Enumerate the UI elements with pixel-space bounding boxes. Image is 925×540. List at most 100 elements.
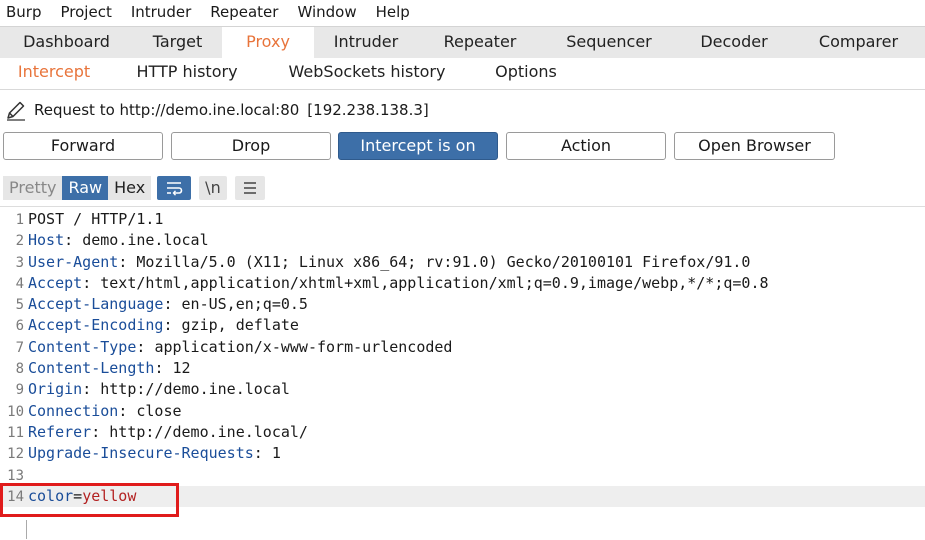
forward-button[interactable]: Forward [3,132,163,160]
header-name: Connection [28,401,119,420]
menu-intruder[interactable]: Intruder [131,3,191,21]
line-number: 12 [7,446,24,463]
line-number: 8 [15,361,24,378]
line-number: 4 [15,275,24,292]
tab-options[interactable]: Options [478,58,574,88]
editor-line[interactable]: 7 Content-Type: application/x-www-form-ur… [0,337,925,358]
header-separator: : [163,295,182,314]
header-separator: : [163,316,182,335]
header-separator: : [82,380,101,399]
line-number: 3 [15,254,24,271]
header-value: gzip, deflate [181,316,299,335]
header-name: Accept [28,273,83,292]
editor-line[interactable]: 10 Connection: close [0,401,925,422]
header-value: 12 [172,359,191,378]
header-name: Accept-Encoding [28,316,164,335]
editor-line[interactable]: 2 Host: demo.ine.local [0,230,925,251]
editor-line[interactable]: 12 Upgrade-Insecure-Requests: 1 [0,443,925,464]
header-separator: : [64,231,83,250]
header-separator: : [154,359,173,378]
request-ip: [192.238.138.3] [307,101,429,119]
header-separator: : [82,273,101,292]
line-number: 1 [15,212,24,228]
show-newlines-toggle[interactable]: \n [199,175,227,200]
tab-repeater[interactable]: Repeater [418,27,542,59]
line-text: POST / HTTP/1.1 [28,210,164,228]
editor-toolbar: Pretty Raw Hex \n [3,175,265,200]
editor-menu-button[interactable] [234,175,265,200]
menu-repeater[interactable]: Repeater [210,3,278,21]
editor-line[interactable]: 9 Origin: http://demo.ine.local [0,379,925,400]
header-name: Origin [28,380,83,399]
header-name: Accept-Language [28,295,164,314]
tab-comparer[interactable]: Comparer [792,27,925,59]
editor-line[interactable]: 8 Content-Length: 12 [0,358,925,379]
editor-line[interactable]: 4 Accept: text/html,application/xhtml+xml… [0,273,925,294]
pretty-tab[interactable]: Pretty [3,175,63,200]
tab-target[interactable]: Target [133,27,222,59]
editor-line[interactable]: 11 Referer: http://demo.ine.local/ [0,422,925,443]
header-value: demo.ine.local [82,231,209,250]
tab-proxy[interactable]: Proxy [222,27,314,59]
header-value: http://demo.ine.local [100,380,290,399]
menu-bar: Burp Project Intruder Repeater Window He… [0,0,925,24]
word-wrap-icon [167,181,183,196]
request-url: Request to http://demo.ine.local:80 [34,101,300,119]
word-wrap-toggle[interactable] [157,175,192,200]
tab-sequencer[interactable]: Sequencer [542,27,676,59]
line-number: 5 [15,297,24,314]
header-name: Host [28,231,65,250]
header-separator: : [136,337,155,356]
drop-button[interactable]: Drop [171,132,331,160]
open-browser-button[interactable]: Open Browser [674,132,835,160]
tab-websockets-history[interactable]: WebSockets history [268,58,466,88]
text-cursor [26,520,27,539]
editor-line[interactable]: 5 Accept-Language: en-US,en;q=0.5 [0,294,925,315]
editor-line[interactable]: 6 Accept-Encoding: gzip, deflate [0,315,925,336]
tab-http-history[interactable]: HTTP history [116,58,258,88]
line-number: 6 [15,318,24,335]
menu-burp[interactable]: Burp [6,3,42,21]
pencil-icon [7,101,25,121]
header-separator: : [118,401,137,420]
line-number: 10 [7,403,24,420]
header-value: http://demo.ine.local/ [109,422,308,441]
tab-intercept[interactable]: Intercept [0,58,108,88]
tab-decoder[interactable]: Decoder [676,27,792,59]
line-number: 7 [15,339,24,356]
action-button[interactable]: Action [506,132,666,160]
hex-tab[interactable]: Hex [108,175,152,200]
editor-line[interactable]: 3 User-Agent: Mozilla/5.0 (X11; Linux x86… [0,252,925,273]
main-tabs: Dashboard Target Proxy Intruder Repeater… [0,26,925,60]
header-name: Content-Length [28,359,155,378]
menu-project[interactable]: Project [61,3,112,21]
header-separator: : [118,252,137,271]
header-value: text/html,application/xhtml+xml,applicat… [100,273,769,292]
raw-tab[interactable]: Raw [62,175,109,200]
line-number: 2 [15,233,24,250]
header-value: 1 [271,444,281,463]
request-target: Request to http://demo.ine.local:80 [192… [5,98,429,122]
menu-help[interactable]: Help [376,3,410,21]
tab-intruder[interactable]: Intruder [314,27,418,59]
tab-dashboard[interactable]: Dashboard [0,27,133,59]
header-value: Mozilla/5.0 (X11; Linux x86_64; rv:91.0)… [136,252,751,271]
highlight-box [0,483,179,517]
intercept-toggle-button[interactable]: Intercept is on [338,132,498,160]
menu-window[interactable]: Window [297,3,356,21]
header-name: User-Agent [28,252,119,271]
header-value: en-US,en;q=0.5 [181,295,308,314]
header-value: close [136,401,182,420]
editor-divider [0,206,925,207]
hamburger-icon [243,181,256,194]
line-number: 9 [15,382,24,399]
header-name: Referer [28,422,92,441]
editor-line[interactable]: 1 POST / HTTP/1.1 [0,209,925,230]
header-separator: : [253,444,272,463]
header-name: Content-Type [28,337,137,356]
proxy-subtabs: Intercept HTTP history WebSockets histor… [0,58,925,90]
header-name: Upgrade-Insecure-Requests [28,444,254,463]
request-editor[interactable]: 1 POST / HTTP/1.1 2 Host: demo.ine.local 3 Us… [0,209,925,508]
header-separator: : [91,422,110,441]
header-value: application/x-www-form-urlencoded [154,337,453,356]
